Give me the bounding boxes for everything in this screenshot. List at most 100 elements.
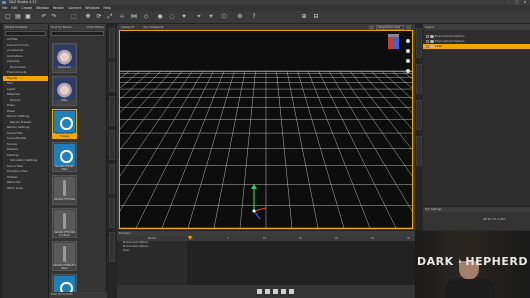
right-tab-2[interactable] (416, 64, 422, 94)
viewport-grid (0, 34, 530, 229)
side-tab-1[interactable] (109, 28, 115, 58)
eye-icon[interactable] (430, 35, 434, 38)
side-tab-3[interactable] (109, 96, 115, 126)
thumbnail-label: Genesis 8 Basic Male (55, 165, 74, 171)
3d-viewport[interactable] (0, 30, 530, 229)
content-thumbnail[interactable]: Genesis 8 Basic Male (52, 142, 77, 172)
content-library-header: Smart Content (3, 24, 48, 30)
thumbnail-image (54, 45, 75, 67)
ruler-tick-label: 25 (371, 237, 375, 240)
next-frame-button[interactable] (281, 289, 286, 294)
thumbnail-image (54, 210, 75, 232)
content-thumbnail[interactable]: Genesis 8 Male 8.1 Basic (52, 241, 77, 271)
grid-line-depth (370, 70, 527, 229)
category-item[interactable]: Other Links (3, 186, 48, 192)
eye-icon[interactable] (430, 45, 434, 48)
layout-icon[interactable]: ⊟ (312, 13, 320, 21)
side-tab-7[interactable] (109, 232, 115, 262)
light-icon[interactable]: ☀ (207, 13, 215, 21)
content-thumbnail[interactable]: Genesis 8 Basic Female (52, 109, 77, 139)
tab-aux-viewport[interactable]: Aux Viewport (139, 25, 167, 29)
checkbox-icon[interactable] (426, 45, 429, 48)
content-thumbnail[interactable]: Genesis 8 Female (52, 175, 77, 205)
origin-icon (252, 209, 256, 213)
last-frame-button[interactable] (289, 289, 294, 294)
grid-line-depth (391, 70, 530, 188)
dark-shepherd-logo: DARK HEPHERD (417, 252, 528, 270)
grid-line-depth (381, 70, 530, 209)
grid-line-depth (307, 70, 371, 229)
play-button[interactable] (273, 289, 278, 294)
ruler-tick-label: 5 (227, 237, 229, 240)
main-toolbar: ▢ ▤ ▣ ↶ ↷ ⬚ ✥ ⟳ ⤢ ⊹ ⋈ ◇ ◉ ◌ ✦ ⌖ ☀ ⬡ ⚙ ? … (0, 11, 530, 24)
undo-icon[interactable]: ↶ (40, 13, 48, 21)
save-icon[interactable]: ▣ (24, 13, 32, 21)
right-tab-1[interactable] (416, 28, 422, 58)
joint-icon[interactable]: ⋈ (130, 13, 138, 21)
timeline-ruler[interactable]: 0 5 10 15 20 25 30 (187, 236, 415, 241)
move-icon[interactable]: ✥ (84, 13, 92, 21)
geometry-icon[interactable]: ◇ (142, 13, 150, 21)
open-icon[interactable]: ▤ (14, 13, 22, 21)
thumbnail-image (54, 144, 75, 166)
content-items-pane: Sort by Name Hide Filters Victoria 8.1 Ba… (49, 24, 107, 298)
checkbox-icon[interactable] (426, 40, 429, 43)
timeline-track-list: Name Environment Options Environment Opt… (117, 236, 187, 285)
tab-viewport[interactable]: Viewport (117, 25, 138, 29)
select-icon[interactable]: ⬚ (70, 13, 78, 21)
scene-row-label: Chair (435, 44, 443, 48)
sort-tab[interactable]: Sort by Name (51, 24, 72, 30)
primitive-icon[interactable]: ⬡ (220, 13, 228, 21)
scale-icon[interactable]: ⤢ (106, 13, 114, 21)
side-tab-4[interactable] (109, 130, 115, 160)
node-icon[interactable]: ✦ (180, 13, 188, 21)
hide-filters-tab[interactable]: Hide Filters (87, 24, 104, 30)
content-thumbnail[interactable]: Victoria 8.1 (52, 43, 77, 73)
rotate-icon[interactable]: ⟳ (95, 13, 103, 21)
content-thumbnail[interactable]: Babe (52, 76, 77, 106)
help-icon[interactable]: ? (250, 13, 258, 21)
content-search-input[interactable] (51, 31, 104, 36)
thumbnail-label: Genesis 8 Male 8.1 Basic (53, 264, 76, 270)
view-cube-icon[interactable] (388, 34, 399, 49)
camera-icon[interactable]: ⌖ (195, 13, 203, 21)
shepherd-figure-icon (458, 259, 461, 263)
grid-line-depth (360, 70, 501, 229)
settings-icon[interactable]: ⚙ (236, 13, 244, 21)
thumbnail-image (54, 243, 75, 265)
checkbox-icon[interactable] (426, 35, 429, 38)
first-frame-button[interactable] (257, 289, 262, 294)
viewport-nav-icons[interactable] (406, 39, 410, 73)
render-icon[interactable]: ◉ (156, 13, 164, 21)
timeline-row[interactable]: Chair (117, 249, 187, 253)
right-tab-3[interactable] (416, 100, 422, 130)
prev-frame-button[interactable] (265, 289, 270, 294)
logo-left-text: DARK (417, 254, 454, 268)
filter-context-footer[interactable]: Filter By Context (49, 292, 107, 298)
content-thumbnail[interactable]: Genesis 8 Female 8.1 Basic (52, 208, 77, 238)
redo-icon[interactable]: ↷ (50, 13, 58, 21)
grid-line-depth (318, 70, 397, 229)
grid-line-depth (328, 70, 423, 229)
x-axis-gizmo[interactable] (253, 207, 267, 212)
eye-icon[interactable] (430, 40, 434, 43)
scene-row-label: Environment Options (435, 34, 465, 38)
thumbnail-label: Genesis 8 Female 8.1 Basic (53, 231, 76, 237)
transform-icon[interactable]: ⊹ (118, 13, 126, 21)
side-tab-6[interactable] (109, 198, 115, 228)
grid-line-depth (161, 70, 225, 229)
side-tab-5[interactable] (109, 164, 115, 194)
category-search-input[interactable] (5, 31, 46, 36)
grid-line-depth (57, 70, 183, 229)
scene-row-selected[interactable]: Chair (423, 44, 530, 49)
thumbnail-image (54, 177, 75, 199)
grid-line-depth (0, 70, 141, 190)
pin-icon[interactable]: ⊞ (300, 13, 308, 21)
timeline-grid[interactable]: 0 5 10 15 20 25 30 (187, 236, 415, 285)
timeline-pane: Timeline Name Environment Options Enviro… (117, 230, 415, 298)
right-tab-4[interactable] (416, 136, 422, 166)
new-icon[interactable]: ▢ (4, 13, 12, 21)
side-tab-2[interactable] (109, 62, 115, 92)
grid-line-depth (239, 70, 256, 229)
spot-render-icon[interactable]: ◌ (168, 13, 176, 21)
